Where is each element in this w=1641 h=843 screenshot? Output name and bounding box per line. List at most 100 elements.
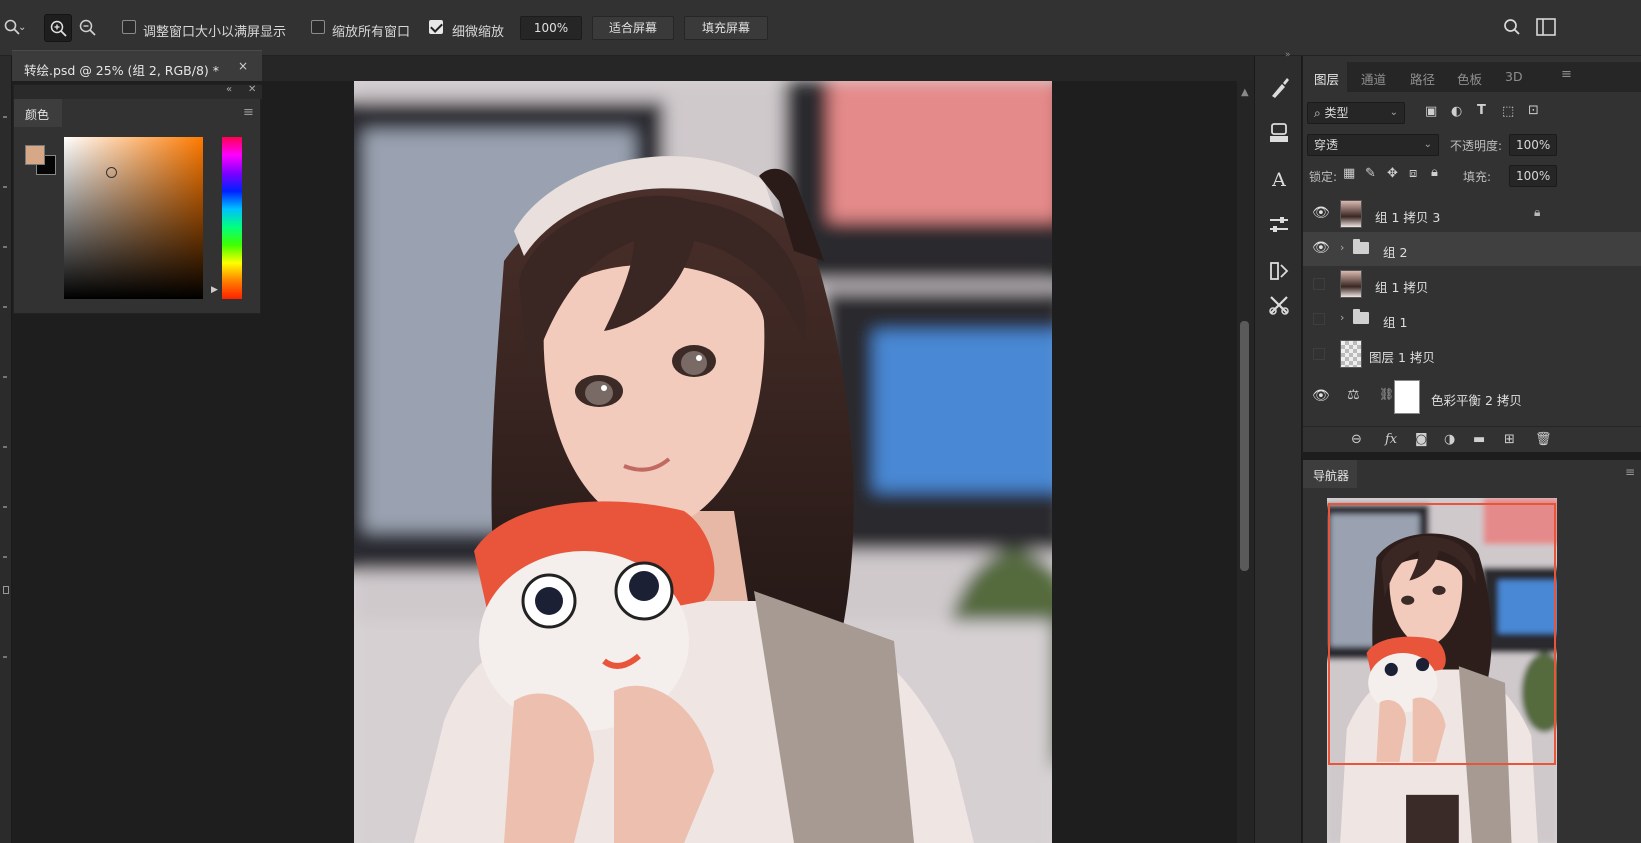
layer-name: 组 1 拷贝 3 — [1375, 210, 1441, 225]
tab-swatches[interactable]: 色板 — [1457, 69, 1482, 88]
layer-mask-thumbnail[interactable] — [1394, 380, 1420, 414]
lock-position-icon[interactable]: ✥ — [1387, 166, 1398, 181]
layer-filter-dropdown[interactable]: ⌕ 类型 ⌄ — [1307, 102, 1405, 124]
tab-3d[interactable]: 3D — [1505, 69, 1523, 84]
panel-icon-column: » A — [1254, 50, 1302, 843]
tool-marker — [3, 186, 7, 188]
expand-chevron-icon[interactable]: › — [1340, 241, 1344, 254]
hue-slider-pointer-icon[interactable]: ▶ — [211, 285, 218, 295]
color-tab[interactable]: 颜色 — [14, 99, 62, 127]
panel-menu-icon[interactable]: ≡ — [1561, 67, 1572, 82]
new-adjustment-layer-icon[interactable]: ◑ — [1444, 432, 1455, 447]
canvas-vertical-scrollbar[interactable]: ▲ — [1237, 81, 1254, 843]
new-layer-icon[interactable]: ⊞ — [1504, 432, 1515, 447]
search-icon[interactable] — [1503, 18, 1521, 39]
fill-field[interactable]: 100% — [1509, 165, 1557, 187]
hue-slider[interactable] — [222, 137, 242, 299]
filter-pixel-icon[interactable]: ▣ — [1425, 104, 1437, 119]
lock-image-icon[interactable]: ✎ — [1365, 166, 1376, 181]
new-group-icon[interactable]: ▬ — [1473, 432, 1485, 447]
expand-chevron-icon[interactable]: › — [1340, 311, 1344, 324]
eye-icon[interactable]: 👁︎ — [1312, 388, 1330, 404]
layer-thumbnail — [1340, 270, 1362, 298]
filter-adjustment-icon[interactable]: ◐ — [1451, 104, 1462, 119]
color-picker-cursor[interactable] — [106, 167, 117, 178]
lock-artboard-icon[interactable]: ⧈ — [1409, 166, 1417, 181]
layer-row[interactable]: › 组 1 — [1303, 302, 1641, 336]
tool-marker — [3, 446, 7, 448]
delete-layer-icon[interactable]: 🗑︎ — [1535, 432, 1552, 447]
hidden-visibility-box[interactable] — [1313, 313, 1325, 325]
layer-lock-icon: 🔒︎ — [1534, 205, 1541, 219]
hidden-visibility-box[interactable] — [1313, 348, 1325, 360]
layer-row-selected[interactable]: 👁︎ › 组 2 — [1303, 232, 1641, 266]
lock-label: 锁定: — [1309, 170, 1338, 184]
scrubby-zoom-checkbox[interactable] — [429, 20, 443, 34]
link-layers-icon[interactable]: ⊖ — [1351, 432, 1362, 447]
panel-header: « ✕ — [14, 84, 262, 99]
layer-row[interactable]: 组 1 拷贝 — [1303, 267, 1641, 301]
panel-menu-icon[interactable]: ≡ — [243, 105, 254, 120]
filter-type-icon[interactable]: T — [1477, 103, 1486, 118]
scrollbar-thumb[interactable] — [1240, 321, 1249, 571]
layer-row[interactable]: 图层 1 拷贝 — [1303, 337, 1641, 371]
close-icon[interactable]: × — [238, 59, 248, 73]
fill-label: 填充: — [1463, 170, 1492, 184]
expand-panels-icon[interactable]: » — [1285, 50, 1291, 60]
resize-windows-checkbox[interactable] — [122, 20, 136, 34]
zoom-all-windows-checkbox[interactable] — [311, 20, 325, 34]
layer-row[interactable]: 👁︎ 组 1 拷贝 3 🔒︎ — [1303, 197, 1641, 231]
tab-channels[interactable]: 通道 — [1361, 69, 1386, 88]
add-mask-icon[interactable]: ◙ — [1415, 432, 1428, 447]
opacity-field[interactable]: 100% — [1509, 134, 1557, 156]
lock-all-icon[interactable]: 🔒︎ — [1431, 165, 1438, 180]
brush-settings-icon[interactable] — [1267, 76, 1291, 100]
layers-panel-footer: ⊖ fx ◙ ◑ ▬ ⊞ 🗑︎ — [1303, 426, 1641, 452]
fit-screen-button[interactable]: 适合屏幕 — [592, 16, 674, 40]
document-title: 转绘.psd @ 25% (组 2, RGB/8) * — [24, 63, 220, 78]
workspace-layout-icon[interactable] — [1536, 18, 1556, 39]
navigator-view-box[interactable] — [1328, 503, 1556, 765]
canvas-artwork[interactable] — [354, 81, 1052, 843]
tools-panel-edge[interactable] — [0, 56, 12, 843]
tab-layers[interactable]: 图层 — [1314, 69, 1339, 88]
tab-paths[interactable]: 路径 — [1410, 69, 1435, 88]
filter-kind-value: 类型 — [1324, 106, 1349, 120]
filter-smart-object-icon[interactable]: ⊡ — [1528, 103, 1539, 118]
fill-screen-button[interactable]: 填充屏幕 — [684, 16, 768, 40]
zoom-all-windows-label: 缩放所有窗口 — [332, 25, 411, 40]
adjustments-icon[interactable] — [1267, 214, 1291, 238]
color-field[interactable] — [64, 137, 203, 299]
tool-preset-chevron-icon[interactable]: ⌄ — [18, 23, 26, 33]
tools-crossed-icon[interactable] — [1267, 294, 1291, 318]
layer-style-fx-icon[interactable]: fx — [1385, 432, 1397, 447]
layer-row[interactable]: 👁︎ ⚖ ⛓ 色彩平衡 2 拷贝 — [1303, 378, 1641, 416]
panel-menu-icon[interactable]: ≡ — [1625, 465, 1635, 479]
zoom-in-icon — [50, 20, 67, 37]
zoom-out-button[interactable] — [74, 14, 102, 42]
zoom-percent-field[interactable]: 100% — [520, 16, 582, 40]
character-icon[interactable]: A — [1267, 168, 1291, 192]
zoom-in-button[interactable] — [44, 14, 72, 42]
navigator-tab[interactable]: 导航器 — [1303, 460, 1357, 488]
scroll-up-icon[interactable]: ▲ — [1241, 87, 1249, 98]
tool-marker — [3, 506, 7, 508]
history-icon[interactable] — [1267, 260, 1291, 284]
blend-mode-dropdown[interactable]: 穿透 ⌄ — [1307, 134, 1439, 156]
filter-shape-icon[interactable]: ⬚ — [1502, 104, 1514, 119]
mask-link-icon[interactable]: ⛓ — [1379, 387, 1394, 401]
clone-source-icon[interactable] — [1267, 122, 1291, 146]
layer-name: 组 1 — [1383, 315, 1408, 330]
navigator-tab-label: 导航器 — [1313, 469, 1350, 483]
collapse-panel-icon[interactable]: « — [226, 84, 232, 95]
document-tab[interactable]: 转绘.psd @ 25% (组 2, RGB/8) * × — [12, 50, 262, 81]
hidden-visibility-box[interactable] — [1313, 278, 1325, 290]
close-panel-icon[interactable]: ✕ — [248, 84, 256, 95]
lock-transparent-icon[interactable]: ▦ — [1343, 166, 1355, 181]
foreground-color-swatch[interactable] — [25, 145, 45, 165]
zoom-out-icon — [79, 19, 96, 36]
eye-icon[interactable]: 👁︎ — [1312, 240, 1330, 256]
color-balance-icon: ⚖ — [1347, 387, 1360, 403]
eye-icon[interactable]: 👁︎ — [1312, 205, 1330, 221]
quick-mask-icon[interactable] — [3, 586, 9, 594]
